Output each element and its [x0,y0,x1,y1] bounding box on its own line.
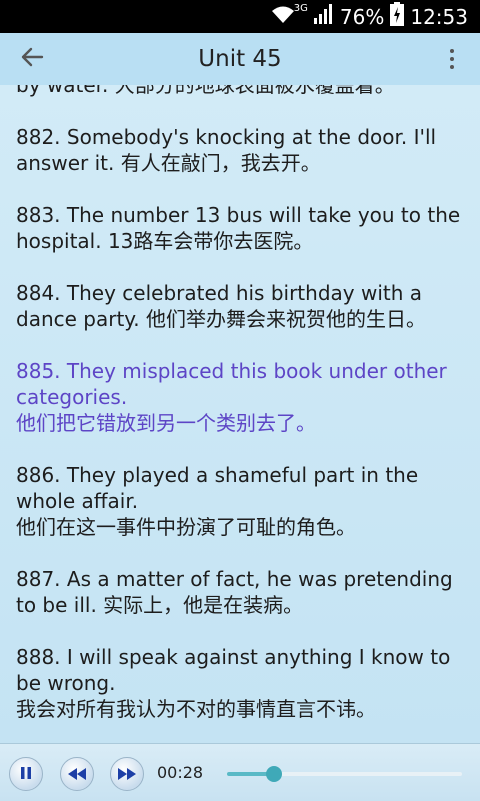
rewind-icon [68,765,86,784]
overflow-menu-icon-dot [450,65,454,69]
list-item[interactable]: 884. They celebrated his birthday with a… [16,280,466,332]
list-item[interactable]: 888. I will speak against anything I kno… [16,644,466,722]
fast-forward-icon [118,765,136,784]
status-bar-indicators: 3G 76% 12:53 [271,0,468,33]
pause-button[interactable] [9,757,43,791]
network-type: 3G [293,3,308,14]
overflow-menu-icon-dot [450,49,454,53]
list-item[interactable]: 882. Somebody's knocking at the door. I'… [16,124,466,176]
list-item-active[interactable]: 885. They misplaced this book under othe… [16,358,466,436]
overflow-menu-icon-dot [450,57,454,61]
clock: 12:53 [410,4,468,29]
battery-charging-icon [390,2,405,31]
sentence-entries: by water. 大部分的地球表面被水覆盖着。 882. Somebody's… [16,85,466,743]
page-title: Unit 45 [198,46,282,72]
seek-bar[interactable] [227,766,462,782]
battery-percent: 76% [339,4,385,29]
arrow-left-icon [20,45,44,73]
list-item[interactable]: 887. As a matter of fact, he was pretend… [16,566,466,618]
overflow-menu-button[interactable] [442,43,462,75]
action-bar: Unit 45 [0,33,480,85]
list-item[interactable]: 886. They played a shameful part in the … [16,462,466,540]
list-item[interactable]: 883. The number 13 bus will take you to … [16,202,466,254]
status-bar: 3G 76% 12:53 [0,0,480,33]
rewind-button[interactable] [60,757,94,791]
fast-forward-button[interactable] [110,757,144,791]
elapsed-time: 00:28 [157,763,204,782]
pause-icon [19,765,33,784]
seek-bar-thumb[interactable] [266,766,282,782]
back-button[interactable] [14,41,50,77]
sentence-list[interactable]: by water. 大部分的地球表面被水覆盖着。 882. Somebody's… [0,85,480,743]
wifi-icon [271,5,294,29]
audio-player: 00:28 [0,743,480,801]
signal-icon [313,4,334,29]
list-item-partial[interactable]: by water. 大部分的地球表面被水覆盖着。 [16,85,466,98]
